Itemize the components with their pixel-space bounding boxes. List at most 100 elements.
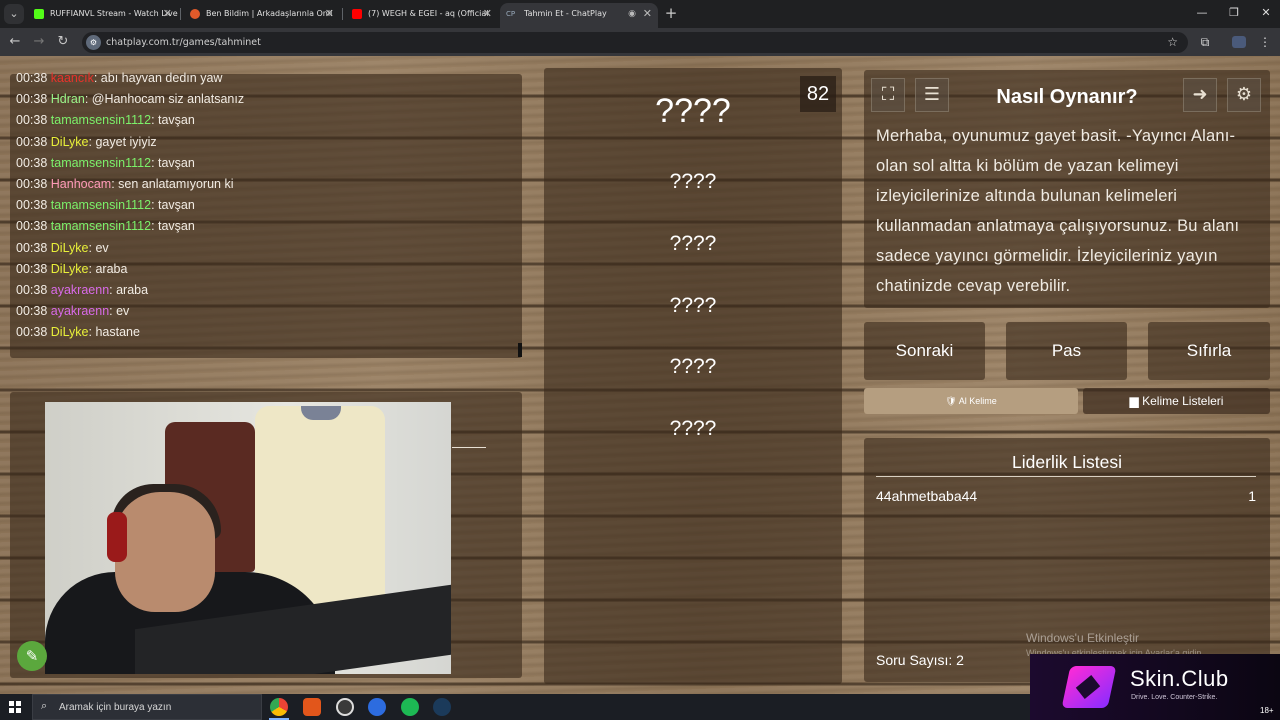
forward-icon[interactable]: → xyxy=(30,33,48,51)
leaderboard-name: 44ahmetbaba44 xyxy=(876,488,978,504)
headset xyxy=(107,512,127,562)
message-username[interactable]: DiLyke xyxy=(51,262,89,276)
chat-scrollbar[interactable] xyxy=(518,343,522,357)
age-rating: 18+ xyxy=(1260,706,1274,715)
message-text: : araba xyxy=(88,261,128,276)
forbidden-word: ???? xyxy=(669,294,717,317)
windows-start-icon[interactable] xyxy=(9,701,21,713)
message-time: 00:38 xyxy=(16,198,48,213)
message-username[interactable]: kaancık xyxy=(51,71,94,85)
message-username[interactable]: tamamsensin1112 xyxy=(51,156,151,170)
message-text: : tavşan xyxy=(151,219,195,234)
brave-icon[interactable] xyxy=(303,698,321,716)
robot-icon: 🛡 xyxy=(945,396,959,406)
message-username[interactable]: Hdran xyxy=(51,92,85,106)
forbidden-word: ???? xyxy=(669,355,717,378)
restore-icon[interactable]: ❐ xyxy=(1224,4,1244,22)
chat-message: 00:38 DiLyke: araba xyxy=(16,262,127,276)
message-username[interactable]: DiLyke xyxy=(51,241,89,255)
message-time: 00:38 xyxy=(16,304,48,319)
tab-title: RUFFIANVL Stream - Watch Live xyxy=(50,9,178,18)
forbidden-word: ???? xyxy=(669,232,717,255)
message-text: : ev xyxy=(109,304,130,319)
message-time: 00:38 xyxy=(16,219,48,234)
address-bar[interactable]: ⚙ chatplay.com.tr/games/tahminet ☆ xyxy=(82,32,1188,53)
windows-activation-watermark: Windows'u Etkinleştir xyxy=(1026,631,1139,645)
chat-message: 00:38 kaancık: abı hayvan dedın yaw xyxy=(16,71,222,85)
message-time: 00:38 xyxy=(16,240,48,255)
message-username[interactable]: DiLyke xyxy=(51,135,89,149)
tab-separator xyxy=(180,8,181,20)
site-info-icon[interactable]: ⚙ xyxy=(86,35,101,50)
tab-list-icon[interactable]: ⌄ xyxy=(4,4,24,24)
bookmark-star-icon[interactable]: ☆ xyxy=(1167,32,1178,53)
logo-inner xyxy=(1075,674,1101,700)
message-username[interactable]: ayakraenn xyxy=(51,304,109,318)
ai-word-button[interactable]: 🛡 Al Kelime xyxy=(864,388,1078,414)
steam-icon[interactable] xyxy=(433,698,451,716)
tab-separator xyxy=(342,8,343,20)
clipboard-icon: ▆ xyxy=(1129,394,1143,408)
message-text: : araba xyxy=(109,283,149,297)
tab-ben-bildim[interactable]: Ben Bildim | Arkadaşlarınla Onli ✕ xyxy=(182,3,340,25)
record-icon: ◉ xyxy=(628,9,636,19)
message-username[interactable]: tamamsensin1112 xyxy=(51,219,151,233)
close-icon[interactable]: ✕ xyxy=(163,3,172,25)
spotify-icon[interactable] xyxy=(401,698,419,716)
message-time: 00:38 xyxy=(16,71,48,85)
reload-icon[interactable]: ↻ xyxy=(54,33,72,51)
minimize-icon[interactable]: — xyxy=(1192,4,1212,22)
message-username[interactable]: Hanhocam xyxy=(51,177,111,191)
skinclub-name: Skin.Club xyxy=(1130,666,1229,691)
message-text: : ev xyxy=(88,240,109,255)
new-tab-button[interactable]: + xyxy=(664,4,678,22)
edit-pencil-button[interactable]: ✎ xyxy=(17,641,47,671)
url-text: chatplay.com.tr/games/tahminet xyxy=(106,37,261,48)
word-lists-button[interactable]: ▆ Kelime Listeleri xyxy=(1083,388,1270,414)
chat-message: 00:38 ayakraenn: ev xyxy=(16,304,129,318)
word-lists-label: Kelime Listeleri xyxy=(1142,394,1224,408)
extensions-icon[interactable]: ⧉ xyxy=(1196,33,1214,51)
leaderboard-panel xyxy=(864,438,1270,682)
chat-message: 00:38 Hdran: @Hanhocam siz anlatsanız xyxy=(16,92,244,106)
message-username[interactable]: DiLyke xyxy=(51,325,89,339)
close-icon[interactable]: ✕ xyxy=(643,3,652,25)
back-icon[interactable]: ← xyxy=(6,33,24,51)
howto-title: Nasıl Oynanır? xyxy=(996,86,1138,108)
tab-tahmin-et[interactable]: CP Tahmin Et - ChatPlay ◉ ✕ xyxy=(500,3,658,28)
chat-message: 00:38 ayakraenn: araba xyxy=(16,283,148,297)
message-username[interactable]: tamamsensin1112 xyxy=(51,113,151,127)
message-time: 00:38 xyxy=(16,92,48,107)
forbidden-word: ???? xyxy=(669,417,717,440)
chat-message: 00:38 tamamsensin1112: tavşan xyxy=(16,219,195,233)
taskbar-search[interactable]: ⌕ Aramak için buraya yazın xyxy=(32,694,262,720)
tab-ruffianvl[interactable]: RUFFIANVL Stream - Watch Live ✕ xyxy=(26,3,178,25)
reset-button[interactable]: Sıfırla xyxy=(1148,322,1270,380)
skinclub-logo-icon xyxy=(1061,666,1117,708)
next-button[interactable]: Sonraki xyxy=(864,322,985,380)
message-text: : sen anlatamıyorun ki xyxy=(111,177,234,191)
message-username[interactable]: ayakraenn xyxy=(51,283,109,297)
close-icon[interactable]: ✕ xyxy=(483,3,492,25)
browser-toolbar: ← → ↻ ⚙ chatplay.com.tr/games/tahminet ☆… xyxy=(0,28,1280,56)
close-window-icon[interactable]: ✕ xyxy=(1256,4,1276,22)
tab-youtube[interactable]: (7) WEGH & EGEI - aq (Official ✕ xyxy=(344,3,498,25)
obs-icon[interactable] xyxy=(336,698,354,716)
app-icon[interactable] xyxy=(368,698,386,716)
close-icon[interactable]: ✕ xyxy=(325,3,334,25)
profile-avatar[interactable] xyxy=(1232,36,1246,48)
menu-icon[interactable]: ⋮ xyxy=(1256,33,1274,51)
kick-icon xyxy=(34,9,44,19)
message-text: : gayet iyiyiz xyxy=(88,134,157,149)
message-text: : tavşan xyxy=(151,113,195,128)
ben-bildim-icon xyxy=(190,9,200,19)
chat-message: 00:38 tamamsensin1112: tavşan xyxy=(16,156,195,170)
divider xyxy=(452,447,486,448)
skinclub-overlay: Skin.Club Drive. Love. Counter-Strike. 1… xyxy=(1030,654,1280,720)
pass-button[interactable]: Pas xyxy=(1006,322,1127,380)
chrome-icon[interactable] xyxy=(270,698,288,716)
chatplay-icon: CP xyxy=(506,10,516,18)
message-text: : tavşan xyxy=(151,155,195,170)
howto-text: Merhaba, oyunumuz gayet basit. -Yayıncı … xyxy=(876,127,1240,295)
message-username[interactable]: tamamsensin1112 xyxy=(51,198,151,212)
